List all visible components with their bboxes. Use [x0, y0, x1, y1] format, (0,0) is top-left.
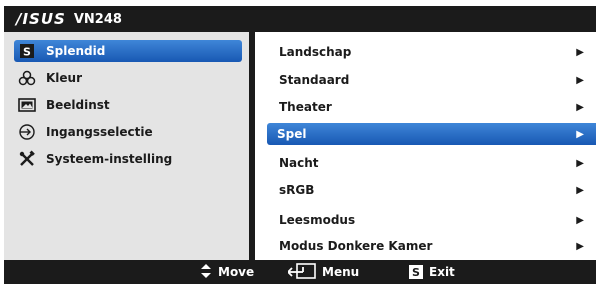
move-hint-label: Move: [218, 265, 255, 279]
submenu-item-standaard[interactable]: Standaard ▶: [269, 69, 596, 91]
submenu-item-nacht[interactable]: Nacht ▶: [269, 152, 596, 174]
title-bar: /ISUS VN248: [4, 6, 596, 32]
menu-item-splendid[interactable]: S Splendid: [14, 40, 242, 62]
color-circles-icon: [18, 69, 36, 87]
footer-hint-bar: Move Menu S Exit: [4, 260, 596, 284]
menu-hint: Menu: [286, 262, 360, 282]
svg-text:S: S: [23, 46, 31, 59]
submenu-item-landschap[interactable]: Landschap ▶: [269, 41, 596, 63]
s-key-icon: S: [409, 265, 423, 279]
move-hint: Move: [200, 263, 255, 281]
menu-item-systeem-instelling[interactable]: Systeem-instelling: [14, 148, 242, 170]
chevron-right-icon: ▶: [576, 101, 584, 113]
submenu-item-label: Spel: [277, 127, 307, 141]
exit-hint-label: Exit: [429, 265, 455, 279]
chevron-right-icon: ▶: [576, 74, 584, 86]
exit-hint: S Exit: [409, 264, 455, 280]
submenu-item-modus-donkere-kamer[interactable]: Modus Donkere Kamer ▶: [269, 235, 596, 257]
input-select-icon: [18, 123, 36, 141]
menu-item-ingangsselectie[interactable]: Ingangsselectie: [14, 121, 242, 143]
chevron-right-icon: ▶: [576, 128, 584, 140]
submenu-item-label: Leesmodus: [279, 213, 356, 227]
menu-item-beeldinst[interactable]: Beeldinst: [14, 94, 242, 116]
brand-logo-mark: /ISUS: [16, 10, 66, 28]
submenu-panel: Landschap ▶ Standaard ▶ Theater ▶ Spel ▶…: [255, 32, 596, 260]
chevron-right-icon: ▶: [576, 240, 584, 252]
chevron-right-icon: ▶: [576, 157, 584, 169]
model-name: VN248: [73, 11, 122, 27]
submenu-item-label: Modus Donkere Kamer: [279, 239, 433, 253]
osd-window: /ISUS VN248 S Splendid Kleur Beeldinst I…: [4, 6, 596, 284]
submenu-item-srgb[interactable]: sRGB ▶: [269, 179, 596, 201]
chevron-right-icon: ▶: [576, 46, 584, 58]
submenu-item-label: Theater: [279, 100, 332, 114]
menu-item-label: Beeldinst: [46, 98, 110, 112]
submenu-item-label: Standaard: [279, 73, 350, 87]
menu-item-kleur[interactable]: Kleur: [14, 67, 242, 89]
main-menu-panel: S Splendid Kleur Beeldinst Ingangsselect…: [4, 32, 249, 260]
tools-icon: [18, 150, 36, 168]
menu-item-label: Ingangsselectie: [46, 125, 153, 139]
submenu-item-label: sRGB: [279, 183, 315, 197]
submenu-item-leesmodus[interactable]: Leesmodus ▶: [269, 209, 596, 231]
chevron-right-icon: ▶: [576, 214, 584, 226]
up-down-arrow-icon: [200, 263, 212, 281]
menu-hint-label: Menu: [322, 265, 360, 279]
menu-item-label: Splendid: [46, 44, 106, 58]
menu-item-label: Kleur: [46, 71, 83, 85]
enter-key-icon: [286, 262, 316, 282]
submenu-item-theater[interactable]: Theater ▶: [269, 96, 596, 118]
splendid-s-icon: S: [18, 42, 36, 60]
submenu-item-spel[interactable]: Spel ▶: [267, 123, 596, 145]
chevron-right-icon: ▶: [576, 184, 584, 196]
submenu-item-label: Landschap: [279, 45, 352, 59]
menu-item-label: Systeem-instelling: [46, 152, 173, 166]
image-icon: [18, 96, 36, 114]
brand-logo: /ISUS VN248: [16, 10, 122, 28]
submenu-item-label: Nacht: [279, 156, 319, 170]
